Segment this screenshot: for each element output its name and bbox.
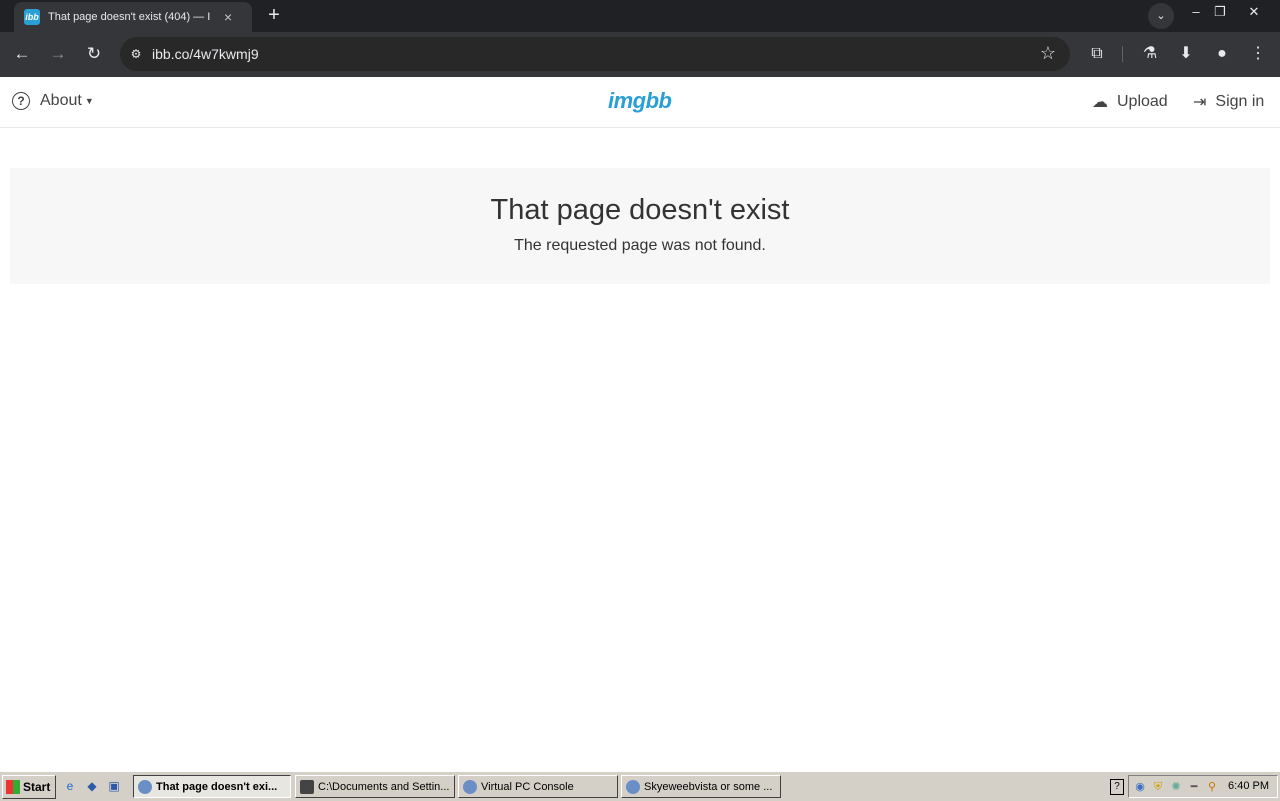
download-icon[interactable]: ⬇ <box>1174 42 1198 66</box>
windows-flag-icon <box>6 780 20 794</box>
about-menu[interactable]: ? About ▼ <box>12 92 94 110</box>
toolbar-divider <box>1122 46 1123 62</box>
extensions-icon[interactable]: ⧉ <box>1085 42 1109 66</box>
url-text[interactable]: ibb.co/4w7kwmj9 <box>152 46 259 62</box>
connection-icon[interactable]: ━ <box>1187 780 1201 794</box>
address-bar[interactable]: ⚙ ibb.co/4w7kwmj9 ☆ <box>120 37 1070 71</box>
task-label: Virtual PC Console <box>481 780 574 793</box>
reload-button[interactable]: ↻ <box>82 42 106 66</box>
forward-button[interactable]: → <box>46 42 70 66</box>
taskbar-item-browser[interactable]: That page doesn't exi... <box>133 775 291 798</box>
help-icon[interactable]: ? <box>1110 779 1124 795</box>
tab-title: That page doesn't exist (404) — I <box>48 11 211 23</box>
sign-in-icon: ⇥ <box>1193 94 1207 111</box>
bookmark-star-icon[interactable]: ☆ <box>1040 43 1056 64</box>
cloud-upload-icon: ☁ <box>1092 94 1108 111</box>
sign-in-button[interactable]: ⇥ Sign in <box>1193 92 1264 112</box>
chrome-icon <box>138 779 152 794</box>
error-message: The requested page was not found. <box>514 237 766 254</box>
imgbb-favicon-icon: ibb <box>24 9 40 25</box>
sync-icon[interactable]: ✺ <box>1169 780 1183 794</box>
virtual-pc-icon <box>463 779 477 794</box>
search-tray-icon[interactable]: ⚲ <box>1205 780 1219 794</box>
minimize-button[interactable]: – <box>1184 2 1208 22</box>
task-label: That page doesn't exi... <box>156 780 278 793</box>
error-notice: That page doesn't exist The requested pa… <box>10 168 1270 284</box>
site-info-icon[interactable]: ⚙ <box>128 46 144 62</box>
profile-icon[interactable]: ● <box>1210 42 1234 66</box>
tab-search-button[interactable]: ⌄ <box>1148 3 1174 29</box>
upload-button[interactable]: ☁ Upload <box>1092 92 1168 112</box>
seven-zip-icon <box>300 779 314 794</box>
question-circle-icon: ? <box>12 92 30 110</box>
task-label: C:\Documents and Settin... <box>318 780 450 793</box>
caret-down-icon: ▼ <box>84 96 94 106</box>
taskbar-item-virtual-pc[interactable]: Virtual PC Console <box>458 775 618 798</box>
window-close-button[interactable]: ✕ <box>1242 2 1266 22</box>
network-icon[interactable]: ◉ <box>1133 780 1147 794</box>
sign-in-label: Sign in <box>1215 93 1265 110</box>
quicklaunch-app-icon[interactable]: ▣ <box>106 778 122 794</box>
security-shield-icon[interactable]: ⛨ <box>1151 780 1165 794</box>
tab-close-icon[interactable]: × <box>224 9 232 25</box>
taskbar-item-explorer[interactable]: C:\Documents and Settin... <box>295 775 455 798</box>
about-label: About <box>40 92 82 109</box>
browser-tab-bar: ibb That page doesn't exist (404) — I × … <box>0 0 1280 32</box>
upload-label: Upload <box>1117 93 1168 110</box>
windows-taskbar: Start e ◆ ▣ That page doesn't exi... C:\… <box>0 771 1280 801</box>
browser-tab[interactable]: ibb That page doesn't exist (404) — I × <box>14 2 252 32</box>
browser-toolbar: ← → ↻ ⚙ ibb.co/4w7kwmj9 ☆ ⧉ ⚗ ⬇ ● ⋮ <box>0 32 1280 77</box>
start-label: Start <box>23 780 51 794</box>
internet-explorer-icon[interactable]: e <box>62 778 78 794</box>
clock[interactable]: 6:40 PM <box>1228 780 1269 792</box>
taskbar-item-vista[interactable]: Skyeweebvista or some ... <box>621 775 781 798</box>
system-tray: ◉ ⛨ ✺ ━ ⚲ 6:40 PM <box>1128 775 1278 798</box>
virtual-machine-icon <box>626 779 640 794</box>
imgbb-logo[interactable]: imgbb <box>608 88 672 114</box>
restore-button[interactable]: ❐ <box>1208 2 1232 22</box>
site-header: ? About ▼ imgbb ☁ Upload ⇥ Sign in <box>0 77 1280 128</box>
labs-flask-icon[interactable]: ⚗ <box>1138 42 1162 66</box>
task-label: Skyeweebvista or some ... <box>644 780 773 793</box>
error-title: That page doesn't exist <box>490 194 790 226</box>
start-button[interactable]: Start <box>2 775 56 799</box>
menu-kebab-icon[interactable]: ⋮ <box>1246 42 1270 66</box>
new-tab-button[interactable]: + <box>262 4 286 26</box>
back-button[interactable]: ← <box>10 42 34 66</box>
virtualbox-icon[interactable]: ◆ <box>84 778 100 794</box>
